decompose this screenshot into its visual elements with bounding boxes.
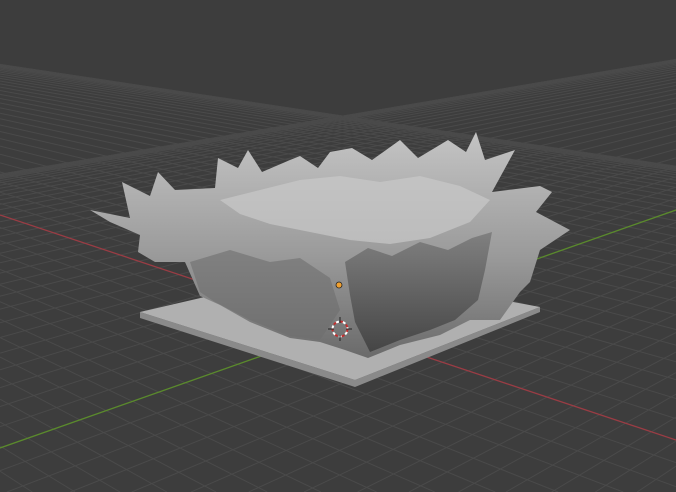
3d-viewport[interactable] [0, 0, 676, 492]
sculpture-model[interactable] [90, 132, 570, 387]
grid-line [0, 398, 168, 492]
grid-line [458, 372, 676, 492]
viewport-canvas[interactable] [0, 0, 676, 492]
object-origin-icon[interactable] [335, 281, 343, 289]
grid-line [0, 356, 268, 492]
grid-line [0, 377, 217, 492]
grid-line [0, 445, 76, 492]
grid-line [0, 337, 322, 492]
grid-line [636, 465, 676, 492]
